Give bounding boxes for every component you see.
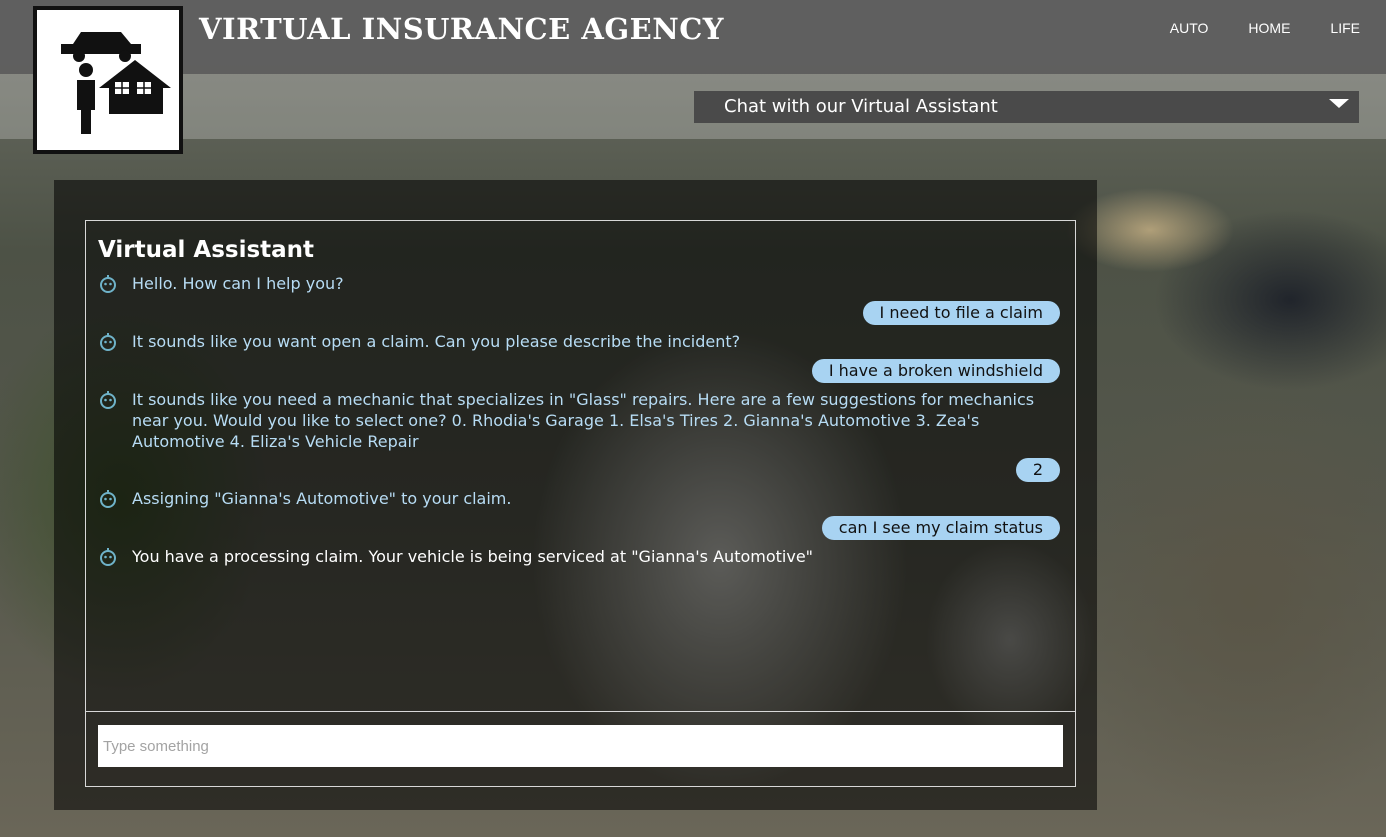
- chat-window: Virtual Assistant Hello. How can I help …: [85, 220, 1076, 787]
- user-message: can I see my claim status: [821, 516, 1060, 540]
- main-nav: AUTO HOME LIFE: [1170, 20, 1360, 36]
- site-title: VIRTUAL INSURANCE AGENCY: [199, 12, 724, 46]
- nav-life[interactable]: LIFE: [1330, 20, 1360, 36]
- user-message: 2: [1015, 458, 1060, 482]
- agency-logo[interactable]: [33, 6, 183, 154]
- bot-message-text: It sounds like you want open a claim. Ca…: [132, 332, 741, 351]
- chat-title: Virtual Assistant: [98, 237, 315, 263]
- user-message: I have a broken windshield: [811, 359, 1060, 383]
- bot-message-text: Assigning "Gianna's Automotive" to your …: [132, 489, 512, 508]
- robot-icon: [100, 391, 116, 409]
- robot-icon: [100, 275, 116, 293]
- caret-down-icon: [1329, 99, 1349, 108]
- robot-icon: [100, 548, 116, 566]
- robot-icon: [100, 490, 116, 508]
- bot-message-text: You have a processing claim. Your vehicl…: [132, 547, 814, 566]
- nav-home[interactable]: HOME: [1248, 20, 1290, 36]
- chat-toggle-label: Chat with our Virtual Assistant: [724, 96, 998, 117]
- logo-graphic: [61, 32, 171, 134]
- chat-divider: [86, 711, 1075, 712]
- chat-input[interactable]: [98, 725, 1063, 767]
- chat-toggle-button[interactable]: Chat with our Virtual Assistant: [694, 91, 1359, 123]
- user-message: I need to file a claim: [862, 301, 1060, 325]
- bot-message-text: Hello. How can I help you?: [132, 274, 344, 293]
- bot-message-text: It sounds like you need a mechanic that …: [132, 390, 1035, 451]
- robot-icon: [100, 333, 116, 351]
- nav-auto[interactable]: AUTO: [1170, 20, 1209, 36]
